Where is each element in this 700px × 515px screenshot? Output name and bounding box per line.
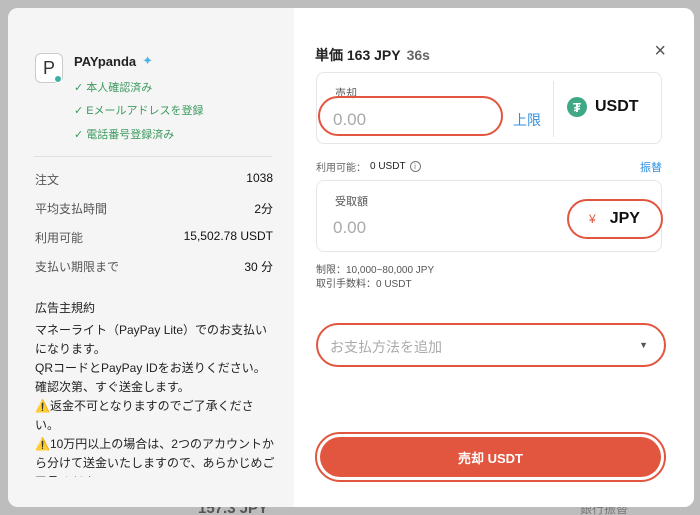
check-icon: ✓ xyxy=(74,104,84,117)
available-value: 0 USDT xyxy=(370,161,406,172)
stat-value: 30 分 xyxy=(244,260,273,274)
verification-label: Eメールアドレスを登録 xyxy=(86,105,204,117)
payment-method-placeholder: お支払方法を追加 xyxy=(330,339,442,355)
unit-price: 単価 163 JPY 36s xyxy=(315,45,430,65)
stat-available: 利用可能 15,502.78 USDT xyxy=(35,229,273,246)
receive-amount-input[interactable] xyxy=(333,217,493,239)
coin-label: USDT xyxy=(595,98,639,115)
stat-orders: 注文 1038 xyxy=(35,171,273,188)
stat-value: 2分 xyxy=(254,202,273,216)
advertiser-name-row: PAYpanda ✦ xyxy=(74,53,153,69)
stat-label: 支払い期限まで xyxy=(35,260,120,274)
online-status-dot xyxy=(54,75,62,83)
advertiser-name: PAYpanda xyxy=(74,53,137,69)
stat-avg-pay-time: 平均支払時間 2分 xyxy=(35,200,273,217)
fiat-selector[interactable]: ¥ JPY xyxy=(567,199,663,239)
verification-identity: ✓ 本人確認済み xyxy=(74,79,152,95)
verification-label: 電話番号登録済み xyxy=(86,129,175,141)
verification-phone: ✓ 電話番号登録済み xyxy=(74,126,174,142)
check-icon: ✓ xyxy=(74,81,84,94)
advertiser-panel: P PAYpanda ✦ ✓ 本人確認済み ✓ Eメールアドレスを登録 ✓ 電話… xyxy=(8,8,294,507)
caret-down-icon: ▼ xyxy=(639,340,648,350)
fiat-label: JPY xyxy=(609,210,640,227)
check-icon: ✓ xyxy=(74,128,84,141)
sell-label: 売却 xyxy=(335,88,357,100)
receive-amount-box: 受取額 ¥ JPY xyxy=(316,180,663,252)
terms-title: 広告主規約 xyxy=(35,301,96,315)
verification-email: ✓ Eメールアドレスを登録 xyxy=(74,102,204,118)
available-balance: 利用可能： 0 USDT i xyxy=(316,159,421,174)
coin-selector[interactable]: ₮ USDT xyxy=(567,97,639,117)
limit-text: 制限：10,000~80,000 JPY xyxy=(316,265,435,276)
stat-label: 利用可能 xyxy=(35,231,84,245)
divider xyxy=(553,81,554,137)
available-label: 利用可能： xyxy=(316,163,366,174)
verified-sparkle-icon: ✦ xyxy=(142,53,154,68)
stat-value: 1038 xyxy=(246,171,273,185)
order-panel: 単価 163 JPY 36s × 売却 上限 ₮ USDT 利用可能： 0 USD… xyxy=(294,8,694,507)
sell-amount-input[interactable] xyxy=(333,109,493,131)
terms-body: マネーライト（PayPay Lite）でのお支払いになります。 QRコードとPa… xyxy=(35,323,275,477)
countdown-timer: 36s xyxy=(406,47,430,63)
trade-modal: P PAYpanda ✦ ✓ 本人確認済み ✓ Eメールアドレスを登録 ✓ 電話… xyxy=(8,8,694,507)
usdt-icon: ₮ xyxy=(567,97,587,117)
divider xyxy=(34,156,272,157)
transfer-link[interactable]: 振替 xyxy=(640,159,662,175)
receive-label: 受取額 xyxy=(335,196,368,208)
yen-icon: ¥ xyxy=(589,212,596,226)
sell-usdt-button[interactable]: 売却 USDT xyxy=(320,437,661,477)
stat-label: 注文 xyxy=(35,173,60,187)
sell-button-highlight: 売却 USDT xyxy=(315,432,666,482)
unit-price-label: 単価 163 JPY xyxy=(315,47,401,63)
stat-payment-deadline: 支払い期限まで 30 分 xyxy=(35,258,273,275)
info-icon[interactable]: i xyxy=(409,161,421,172)
max-button[interactable]: 上限 xyxy=(513,110,541,130)
payment-method-select[interactable]: お支払方法を追加 ▼ xyxy=(316,323,666,367)
fee-text: 取引手数料：0 USDT xyxy=(316,279,412,290)
stat-label: 平均支払時間 xyxy=(35,202,108,216)
stat-value: 15,502.78 USDT xyxy=(183,229,273,243)
verification-label: 本人確認済み xyxy=(86,82,153,94)
close-icon[interactable]: × xyxy=(654,40,666,63)
sell-amount-box: 売却 上限 ₮ USDT xyxy=(316,72,662,144)
